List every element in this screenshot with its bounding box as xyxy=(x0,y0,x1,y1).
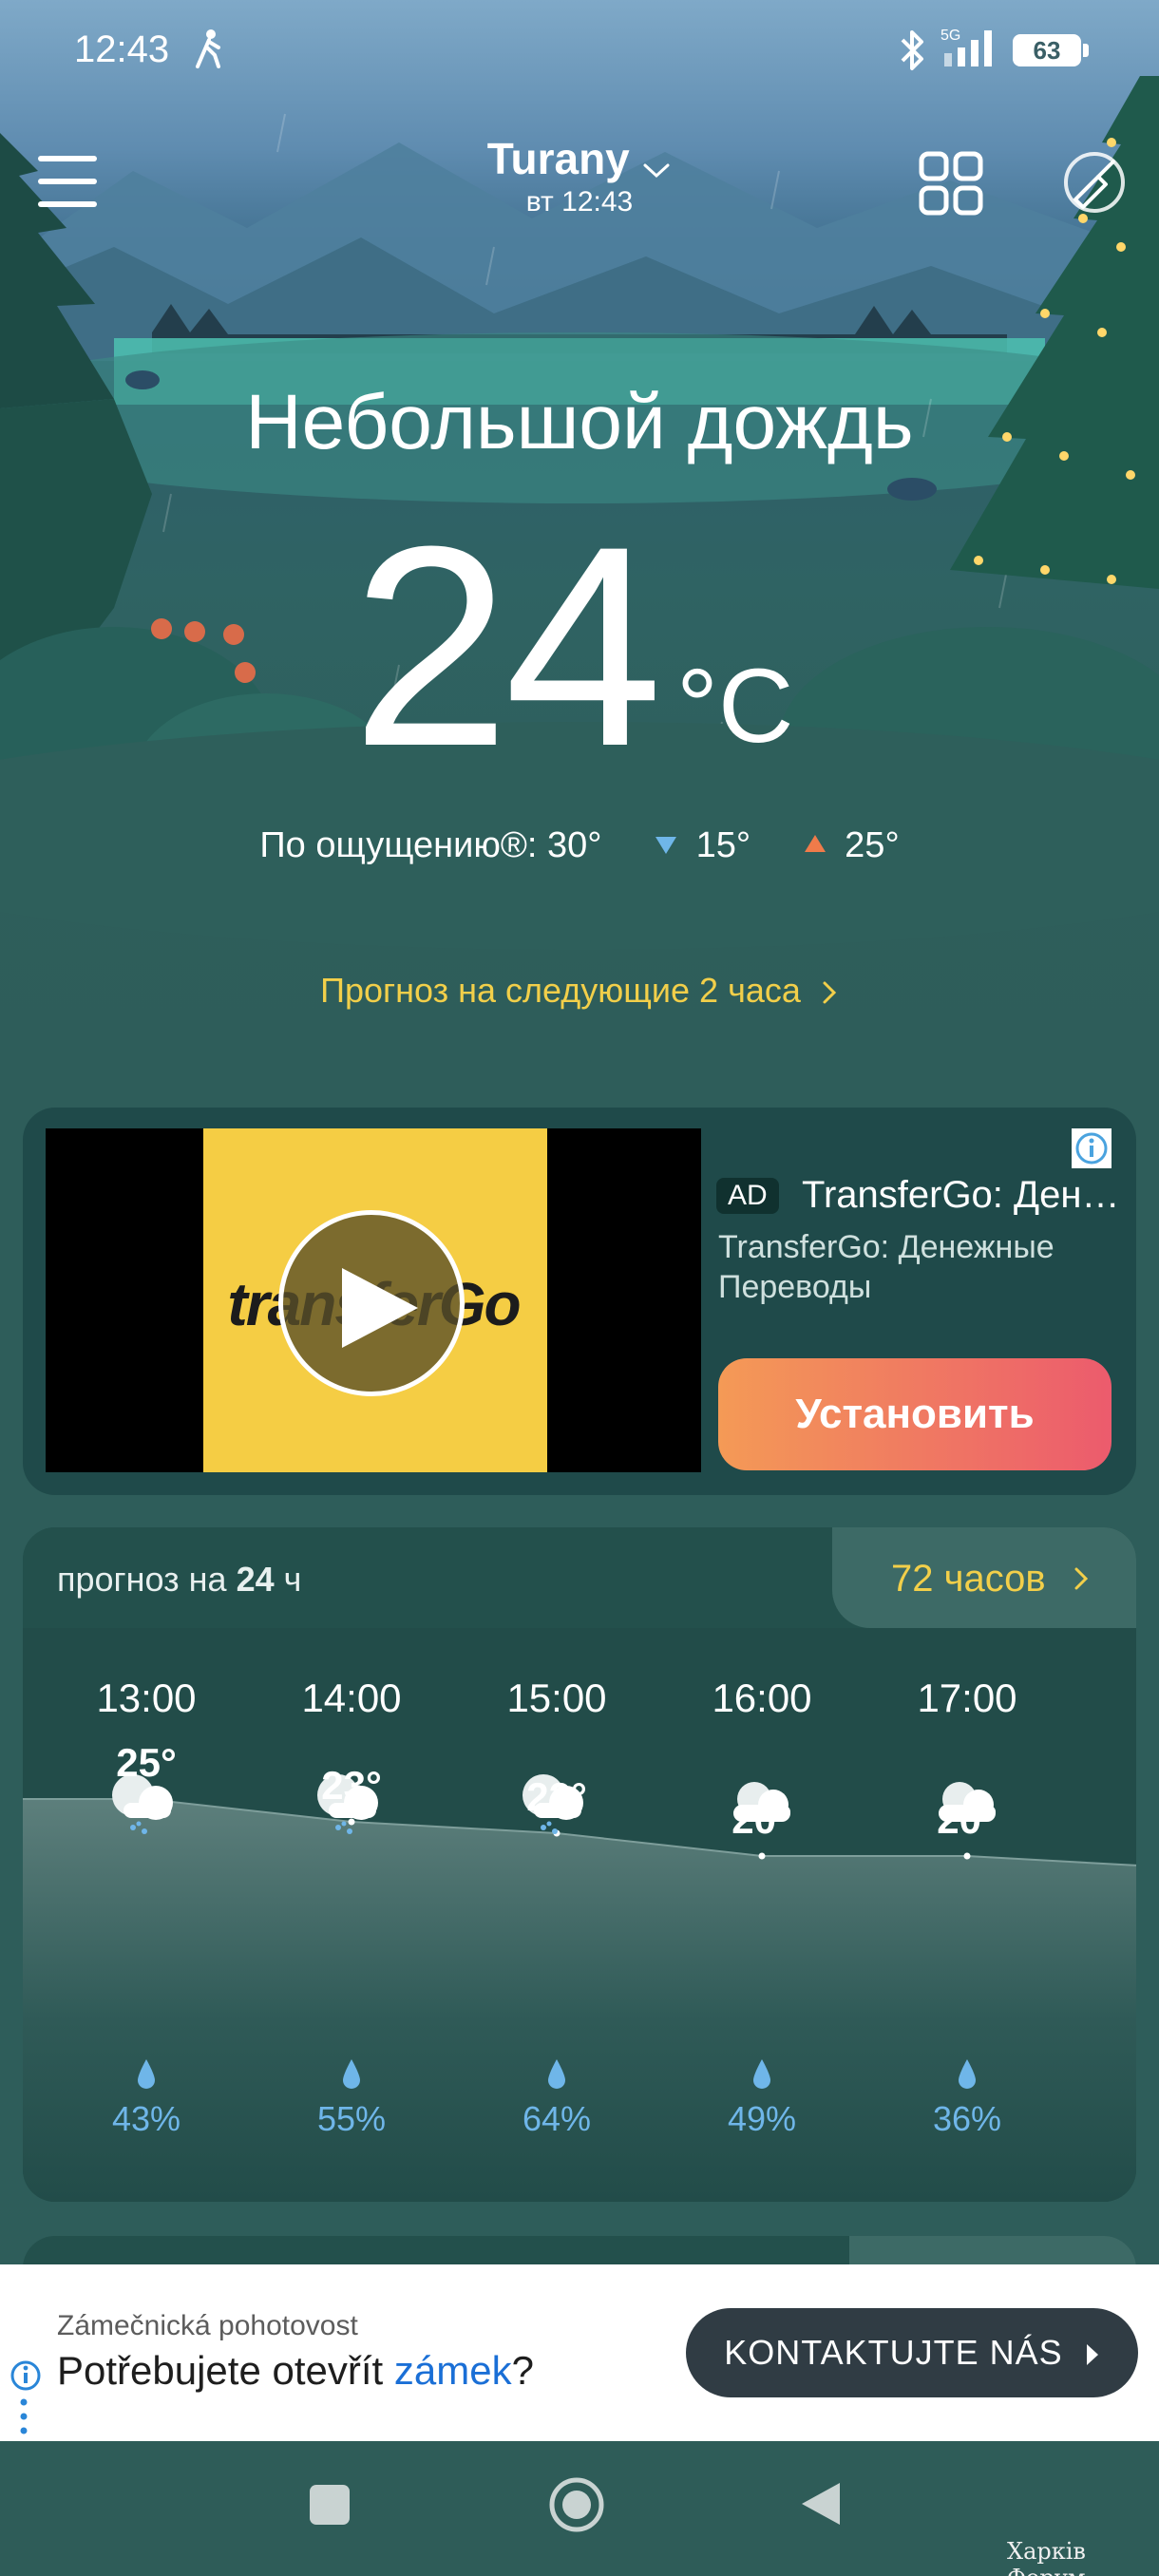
forecast-link-label: Прогноз на следующие 2 часа xyxy=(320,971,801,1010)
precipitation-probability: 3 xyxy=(1070,2099,1136,2139)
raindrop-icon xyxy=(545,2057,568,2090)
watermark: Харків Форум xyxy=(1007,2538,1086,2576)
chevron-right-icon xyxy=(1074,1567,1089,1590)
install-button[interactable]: Установить xyxy=(718,1358,1112,1470)
precipitation-probability: 49% xyxy=(727,2099,797,2138)
svg-text:5G: 5G xyxy=(940,28,960,44)
play-arrow-icon xyxy=(1086,2344,1098,2366)
hour-time: 16:00 xyxy=(712,1676,812,1720)
status-bar: 12:43 5G 63 xyxy=(0,0,1159,104)
temperature-details: По ощущению®: 30° 15° 25° xyxy=(0,824,1159,866)
hourly-forecast-card: прогноз на 24 ч 72 часов 13:00 25° 43% 14:0… xyxy=(23,1527,1136,2202)
raindrop-icon xyxy=(750,2057,773,2090)
precipitation-probability: 43% xyxy=(111,2099,181,2138)
two-hour-forecast-link[interactable]: Прогноз на следующие 2 часа xyxy=(0,971,1159,1011)
feels-like: По ощущению®: 30° xyxy=(259,825,602,866)
info-icon[interactable] xyxy=(10,2359,42,2392)
current-temperature: 24 °C xyxy=(342,486,836,805)
forecast-title-hours: 24 xyxy=(236,1560,275,1599)
banner-headline-start: Potřebujete otevřít xyxy=(57,2348,394,2393)
forecast-title: прогноз на 24 ч xyxy=(57,1560,301,1600)
location-selector[interactable]: Turany вт 12:43 xyxy=(437,133,722,218)
max-temp-arrow-icon xyxy=(804,835,826,852)
max-temperature: 25° xyxy=(845,825,900,866)
walking-icon xyxy=(196,29,220,68)
more-vertical-icon[interactable] xyxy=(19,2397,28,2435)
hour-time: 14:00 xyxy=(301,1676,402,1720)
location-name: Turany xyxy=(486,134,630,183)
temperature-point xyxy=(758,1852,766,1860)
hour-time: 13:00 xyxy=(96,1676,197,1720)
raindrop-icon xyxy=(135,2057,158,2090)
temperature-point xyxy=(963,1852,971,1860)
banner-advertiser: Zámečnická pohotovost xyxy=(57,2310,358,2341)
location-local-time: вт 12:43 xyxy=(525,186,634,218)
hour-temperature: 25° xyxy=(116,1740,177,1785)
hour-temperature: 1 xyxy=(1070,1809,1136,1854)
precipitation-probability: 36% xyxy=(932,2099,1002,2138)
ad-video[interactable]: transferGo xyxy=(46,1128,701,1472)
hour-time: 15:00 xyxy=(506,1676,607,1720)
weather-condition: Небольшой дождь xyxy=(245,379,914,465)
battery-indicator: 63 xyxy=(1013,34,1089,66)
temperature-unit: °C xyxy=(676,648,794,765)
ad-title[interactable]: TransferGo: Денежные Переводы xyxy=(802,1174,1125,1217)
temperature-value: 24 xyxy=(352,486,663,805)
hour-time: 18 xyxy=(1070,1676,1136,1721)
back-button[interactable] xyxy=(798,2479,844,2529)
chevron-down-icon xyxy=(643,163,670,178)
signal-strength-icon: 5G xyxy=(940,28,992,66)
raindrop-icon xyxy=(956,2057,978,2090)
hour-temperature: 22° xyxy=(526,1774,587,1819)
precipitation-probability: 55% xyxy=(316,2099,387,2138)
temperature-area xyxy=(23,1799,1136,2202)
hour-temperature: 20° xyxy=(937,1797,998,1842)
raindrop-icon xyxy=(340,2057,363,2090)
ad-badge: AD xyxy=(716,1178,779,1214)
banner-ad[interactable]: Zámečnická pohotovost Potřebujete otevří… xyxy=(0,2264,1159,2441)
ad-info-icon[interactable] xyxy=(1070,1127,1113,1170)
status-time: 12:43 xyxy=(74,28,170,70)
hourly-forecast-list[interactable]: 13:00 25° 43% 14:00 23° 55% 15:00 22° 64% 16:00 20… xyxy=(23,1628,1136,2202)
contact-us-button[interactable]: KONTAKTUJTE NÁS xyxy=(686,2308,1138,2397)
recent-apps-button[interactable] xyxy=(310,2485,350,2525)
banner-headline: Potřebujete otevřít zámek? xyxy=(57,2348,534,2394)
forecast-title-prefix: прогноз на xyxy=(57,1560,227,1599)
hour-temperature: 23° xyxy=(321,1763,382,1808)
hour-time: 17:00 xyxy=(917,1676,1017,1720)
system-navigation-bar xyxy=(0,2441,1159,2576)
ad-description: TransferGo: Денежные Переводы xyxy=(718,1229,1054,1305)
precipitation-probability: 64% xyxy=(522,2099,592,2138)
play-button[interactable] xyxy=(278,1210,465,1396)
theme-brush-icon[interactable] xyxy=(1060,148,1129,217)
chevron-right-icon xyxy=(823,981,837,1004)
bluetooth-icon xyxy=(901,30,923,70)
native-ad-card[interactable]: transferGo AD TransferGo: Денежные Перев… xyxy=(23,1108,1136,1495)
menu-icon[interactable] xyxy=(36,150,101,213)
min-temperature: 15° xyxy=(695,825,751,866)
min-temp-arrow-icon xyxy=(656,837,677,854)
tab-72-hours-label[interactable]: 72 часов xyxy=(891,1558,1046,1601)
hour-temperature: 20° xyxy=(732,1797,792,1842)
banner-headline-highlight: zámek xyxy=(393,2348,512,2393)
widgets-grid-icon[interactable] xyxy=(918,150,984,217)
contact-us-label: KONTAKTUJTE NÁS xyxy=(724,2333,1063,2372)
home-button[interactable] xyxy=(547,2475,606,2534)
forecast-title-suffix: ч xyxy=(283,1560,302,1599)
banner-headline-end: ? xyxy=(511,2348,534,2393)
play-icon xyxy=(342,1268,418,1348)
